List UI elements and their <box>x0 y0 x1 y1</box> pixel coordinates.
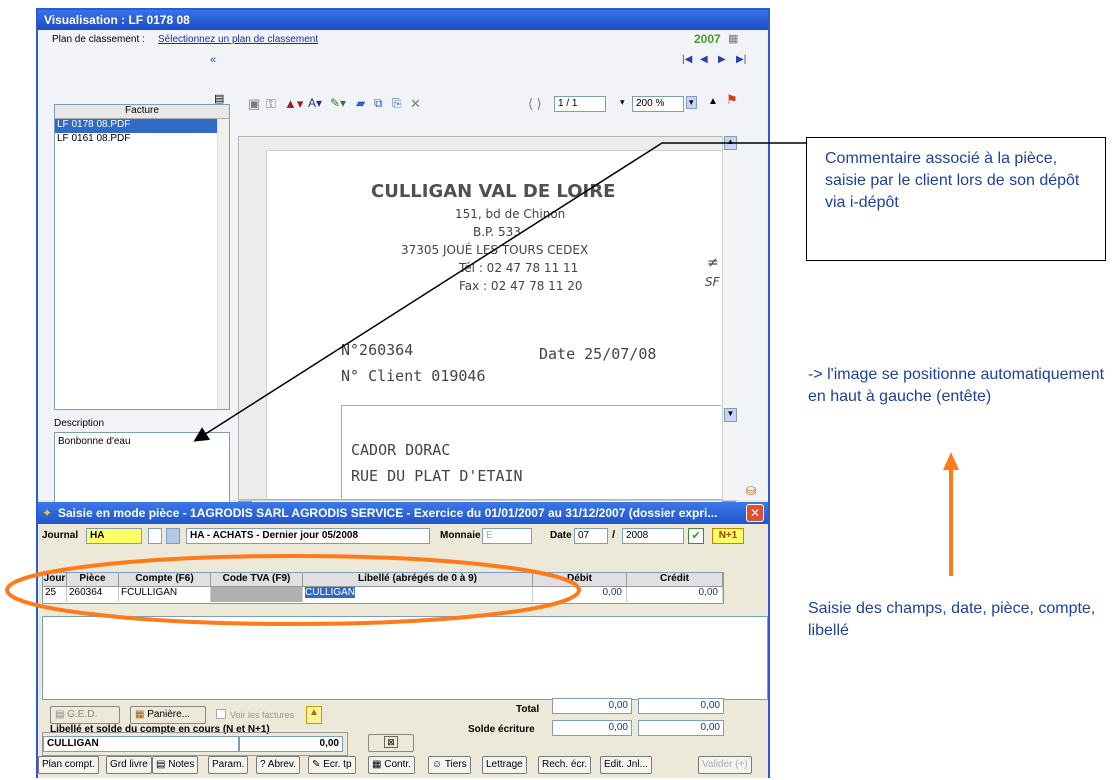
orange-highlight-ellipse <box>5 554 581 626</box>
orange-arrow-head <box>943 452 959 470</box>
comment-arrow <box>193 142 806 442</box>
annotation-overlay <box>5 142 959 626</box>
